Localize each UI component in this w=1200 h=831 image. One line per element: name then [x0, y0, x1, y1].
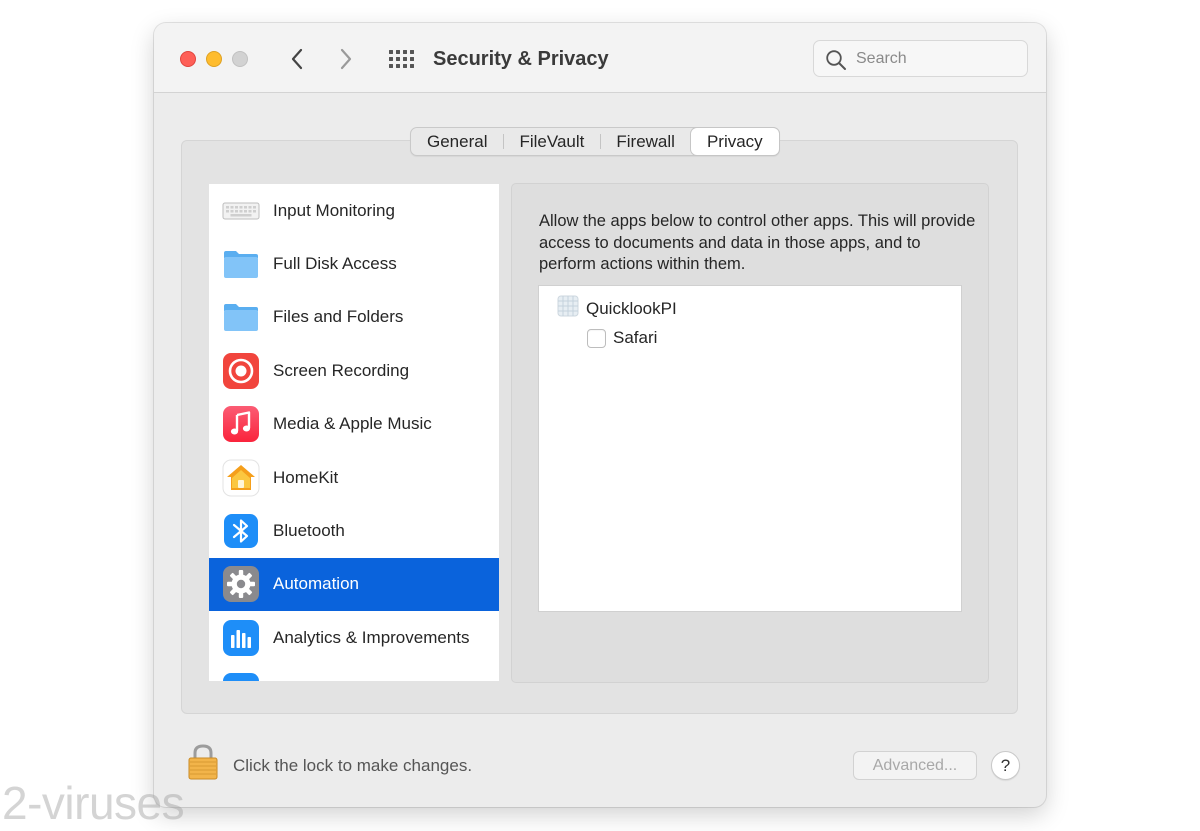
sidebar-item-screen-recording[interactable]: Screen Recording — [209, 344, 499, 397]
zoom-window-button[interactable] — [232, 51, 248, 67]
tab-general[interactable]: General — [411, 128, 503, 155]
gear-icon — [222, 565, 260, 603]
forward-button[interactable] — [333, 46, 359, 72]
app-row[interactable]: QuicklookPI — [557, 295, 677, 322]
minimize-window-button[interactable] — [206, 51, 222, 67]
sidebar-item-label: Files and Folders — [273, 307, 404, 327]
keyboard-icon — [222, 192, 260, 230]
chevron-right-icon — [340, 48, 352, 70]
automation-detail-pane: Allow the apps below to control other ap… — [511, 183, 989, 683]
close-window-button[interactable] — [180, 51, 196, 67]
tab-firewall[interactable]: Firewall — [600, 128, 691, 155]
sidebar-item-label: Input Monitoring — [273, 200, 395, 220]
tab-bar: General FileVault Firewall Privacy — [410, 127, 780, 156]
search-icon — [826, 50, 846, 70]
search-field[interactable] — [813, 40, 1028, 77]
folder-icon — [222, 298, 260, 336]
sidebar-item-label: Bluetooth — [273, 521, 345, 541]
sidebar-item-label: HomeKit — [273, 467, 339, 487]
bar-chart-icon — [222, 619, 260, 657]
app-name: QuicklookPI — [586, 298, 677, 318]
sidebar-item-label: Screen Recording — [273, 360, 410, 380]
sidebar-item-full-disk-access[interactable]: Full Disk Access — [209, 237, 499, 290]
app-icon — [222, 672, 260, 681]
app-permission-row[interactable]: Safari — [587, 328, 657, 348]
search-input[interactable] — [854, 46, 1019, 72]
sidebar-item-partial[interactable] — [209, 665, 499, 681]
sidebar-item-label: Automation — [273, 574, 359, 594]
home-icon — [222, 459, 260, 497]
generic-app-icon — [557, 295, 579, 322]
automation-description: Allow the apps below to control other ap… — [539, 212, 976, 273]
chevron-left-icon — [291, 48, 303, 70]
sidebar-item-label: Media & Apple Music — [273, 414, 432, 434]
lock-button[interactable] — [187, 743, 219, 781]
sidebar-item-bluetooth[interactable]: Bluetooth — [209, 504, 499, 557]
preferences-window: Security & Privacy General FileVault Fir… — [154, 23, 1046, 807]
back-button[interactable] — [284, 46, 310, 72]
safari-permission-checkbox[interactable] — [587, 328, 606, 348]
sidebar-item-automation[interactable]: Automation — [209, 557, 499, 612]
screen-recording-icon — [222, 352, 260, 390]
sidebar-item-analytics-improvements[interactable]: Analytics & Improvements — [209, 611, 499, 664]
privacy-category-list[interactable]: Input Monitoring Full Disk Access Files … — [209, 184, 499, 681]
music-note-icon — [222, 405, 260, 443]
show-all-button[interactable] — [387, 48, 415, 70]
tab-privacy[interactable]: Privacy — [690, 128, 779, 155]
advanced-button[interactable]: Advanced... — [853, 751, 977, 780]
sidebar-item-media-apple-music[interactable]: Media & Apple Music — [209, 398, 499, 451]
bluetooth-icon — [222, 512, 260, 550]
sidebar-item-input-monitoring[interactable]: Input Monitoring — [209, 184, 499, 237]
sidebar-item-label: Full Disk Access — [273, 254, 397, 274]
sidebar-item-label: Analytics & Improvements — [273, 627, 470, 647]
grid-icon — [389, 50, 414, 68]
automation-app-list[interactable]: QuicklookPI Safari — [538, 285, 962, 612]
lock-icon — [188, 744, 218, 780]
lock-message: Click the lock to make changes. — [233, 756, 473, 775]
sidebar-item-homekit[interactable]: HomeKit — [209, 451, 499, 504]
sidebar-item-files-and-folders[interactable]: Files and Folders — [209, 291, 499, 344]
folder-icon — [222, 245, 260, 283]
window-title: Security & Privacy — [433, 48, 609, 70]
help-button[interactable]: ? — [991, 751, 1020, 780]
tab-filevault[interactable]: FileVault — [503, 128, 600, 155]
target-app-name: Safari — [613, 328, 658, 347]
toolbar: Security & Privacy — [154, 23, 1046, 93]
watermark: 2-viruses — [2, 777, 185, 829]
